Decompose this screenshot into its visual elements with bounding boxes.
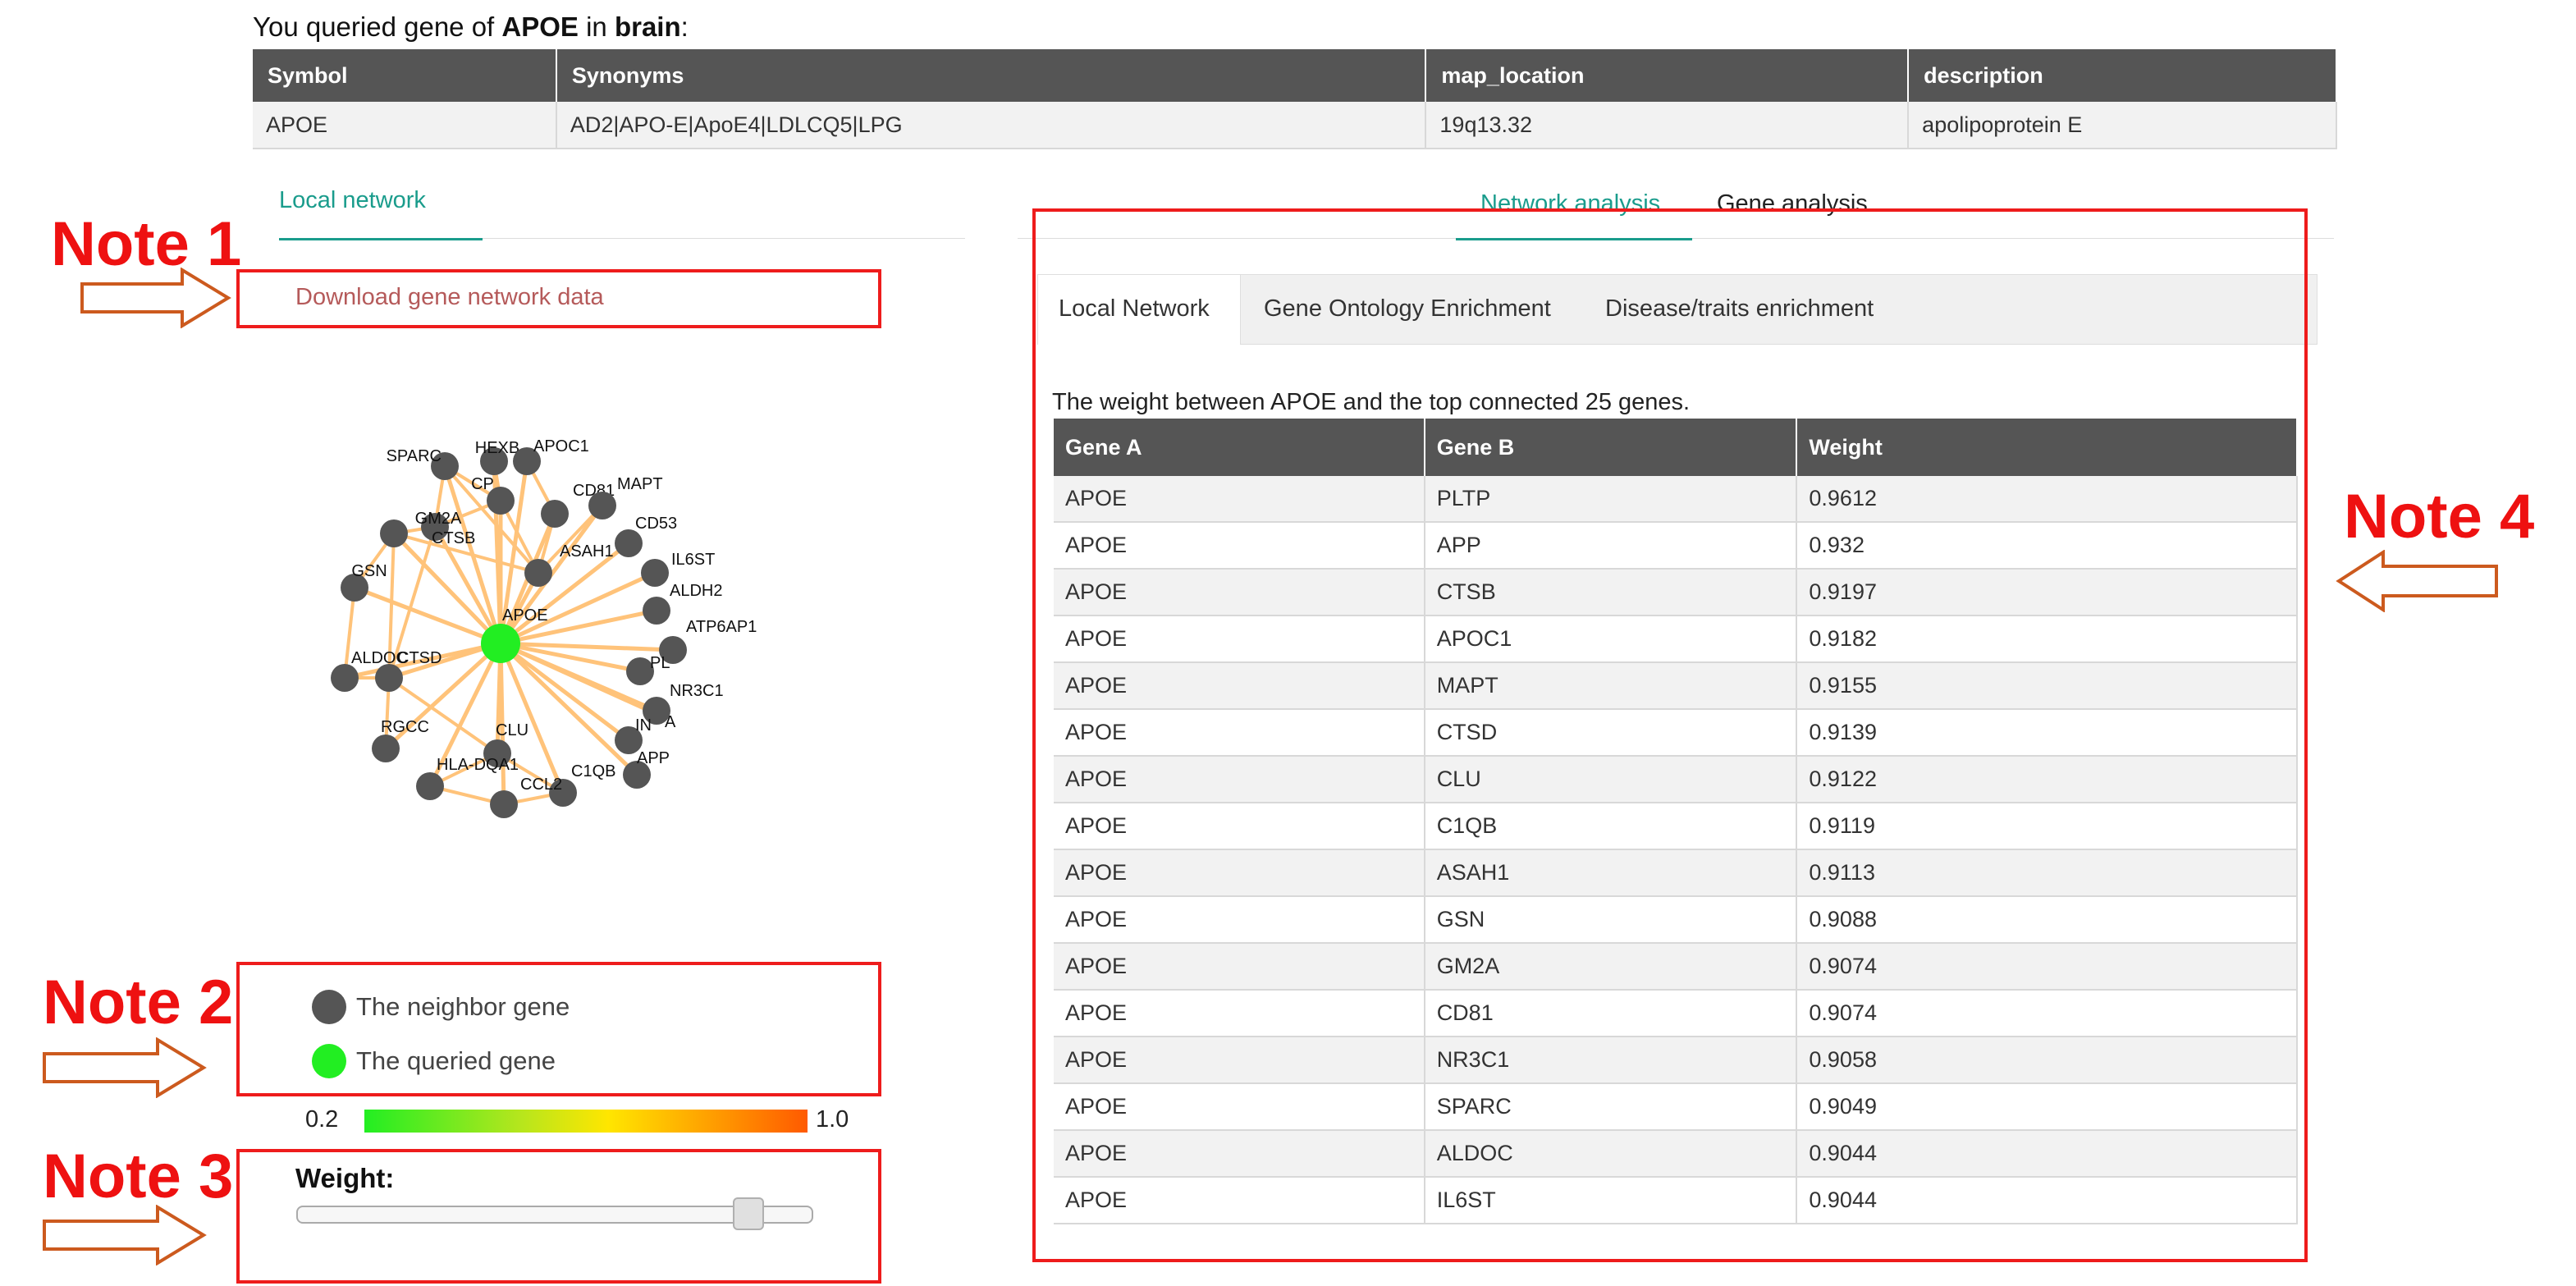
query-tissue: brain [614,11,681,42]
network-node[interactable] [615,529,643,557]
left-tab-active-indicator [279,238,483,240]
gene-info-cell: APOE [253,102,557,149]
network-node-label: A [665,713,676,731]
query-middle: in [578,11,615,42]
network-node[interactable] [380,519,408,547]
gene-info-header: Symbol [253,49,557,102]
network-node-label: GM2A [415,510,462,528]
tab-local-network[interactable]: Local network [279,187,426,214]
network-node[interactable] [490,790,518,818]
network-node-label: NR3C1 [670,682,724,700]
network-node-label: APP [637,749,670,767]
network-node-label: CCL2 [520,776,562,794]
note-3-arrow-icon [43,1205,207,1265]
network-node-label: GSN [351,562,387,580]
network-node[interactable] [588,492,616,519]
query-prefix: You queried gene of [253,11,502,42]
weight-slider-label: Weight: [295,1163,395,1193]
note-3-label: Note 3 [43,1142,234,1211]
gene-info-header: Synonyms [556,49,1427,102]
network-node-label: ATP6AP1 [686,618,757,636]
network-node[interactable] [524,559,552,587]
color-scale-max: 1.0 [816,1106,849,1133]
query-gene: APOE [501,11,579,42]
network-edge [387,676,499,755]
network-edge [354,585,501,646]
network-node[interactable] [641,559,669,587]
gene-info-header: description [1908,49,2337,102]
network-node[interactable] [331,664,359,692]
network-node-label: HLA-DQA1 [437,756,519,774]
note-1-arrow-icon [80,268,231,328]
gene-info-header: map_location [1425,49,1910,102]
gene-network-graph: SPARC HEXB APOC1CP CD81 MAPTGM2A CD53CTSBASAH… [331,437,757,818]
gene-info-row: APOE AD2|APO-E|ApoE4|LDLCQ5|LPG 19q13.32… [253,102,2337,149]
queried-gene-node[interactable] [481,624,520,663]
query-heading: You queried gene of APOE in brain: [253,11,689,43]
queried-gene-dot-icon [312,1044,346,1078]
network-node-label: C1QB [571,762,615,780]
note-4-arrow-icon [2336,550,2498,612]
network-node-label: IN [635,716,652,735]
weight-color-scale [364,1110,808,1133]
network-node-label: CD53 [635,515,677,533]
neighbor-gene-dot-icon [312,990,346,1024]
network-node-label: IL6ST [671,551,715,569]
note-4-box [1032,208,2308,1262]
note-2-label: Note 2 [43,968,234,1037]
network-node-label: CTSD [397,649,442,667]
network-node-label: ALDH2 [670,582,722,600]
network-node-label: RGCC [381,718,429,736]
gene-info-cell: 19q13.32 [1425,102,1910,149]
gene-info-cell: apolipoprotein E [1908,102,2337,149]
network-node-label: APOC1 [533,437,589,455]
color-scale-min: 0.2 [305,1106,339,1133]
queried-gene-label: APOE [502,606,548,625]
network-node-label: SPARC [387,447,442,465]
network-node-label: CP [471,475,494,493]
network-node-label: ASAH1 [560,542,614,561]
network-node-label: HEXB [475,439,519,457]
query-suffix: : [680,11,689,42]
download-network-link[interactable]: Download gene network data [295,284,604,311]
gene-info-cell: AD2|APO-E|ApoE4|LDLCQ5|LPG [556,102,1427,149]
network-node[interactable] [541,500,569,528]
note-2-arrow-icon [43,1037,207,1098]
network-node-label: CTSB [432,529,475,547]
network-node[interactable] [416,772,444,800]
legend-queried-label: The queried gene [356,1046,556,1075]
gene-info-header-row: Symbol Synonyms map_location description [253,49,2337,102]
network-node[interactable] [643,597,670,625]
network-node[interactable] [375,664,403,692]
gene-info-table: Symbol Synonyms map_location description… [253,49,2337,149]
note-4-label: Note 4 [2344,482,2535,551]
network-node-label: MAPT [617,475,663,493]
weight-slider-handle[interactable] [733,1197,764,1230]
legend-neighbor-label: The neighbor gene [356,992,570,1021]
network-node[interactable] [372,735,400,762]
network-edge [499,642,638,776]
network-node-label: PL [650,654,670,672]
network-node-label: CLU [496,721,528,739]
